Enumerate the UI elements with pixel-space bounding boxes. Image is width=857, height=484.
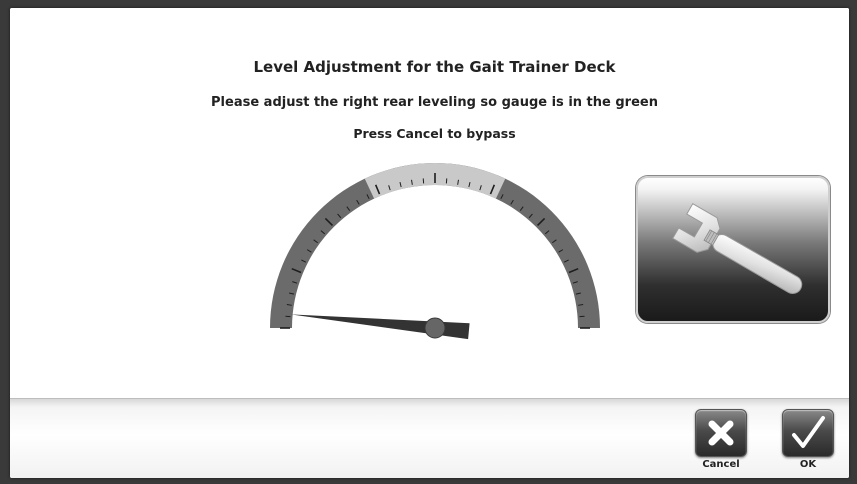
x-icon [708, 420, 734, 446]
dialog-window: Level Adjustment for the Gait Trainer De… [10, 8, 849, 478]
ok-tile[interactable] [782, 409, 834, 457]
gauge-ticks [280, 173, 590, 329]
cancel-tile[interactable] [695, 409, 747, 457]
ok-label: OK [799, 459, 817, 470]
cancel-button[interactable]: Cancel [693, 409, 749, 470]
gauge-arc [270, 163, 600, 328]
adjust-tool-tile [636, 176, 830, 323]
cancel-label: Cancel [702, 459, 740, 470]
gauge-hub [424, 317, 446, 339]
gauge-outer-band [270, 163, 600, 328]
checkmark-icon [792, 416, 825, 448]
footer-bar: Cancel OK [10, 398, 849, 478]
ok-button[interactable]: OK [780, 409, 836, 470]
wrench-icon [672, 202, 803, 294]
content-area: Level Adjustment for the Gait Trainer De… [10, 8, 849, 398]
